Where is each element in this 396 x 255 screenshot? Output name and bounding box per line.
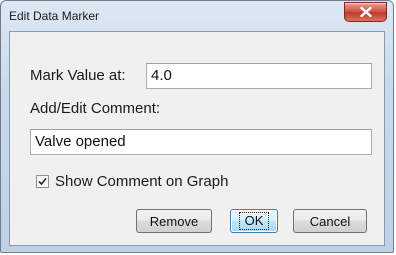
- window-title: Edit Data Marker: [9, 9, 100, 23]
- title-bar[interactable]: Edit Data Marker: [1, 1, 393, 31]
- comment-label: Add/Edit Comment:: [30, 100, 161, 117]
- mark-value-label: Mark Value at:: [30, 67, 126, 84]
- remove-button[interactable]: Remove: [136, 209, 212, 233]
- close-icon: [359, 7, 372, 17]
- ok-button-label: OK: [238, 212, 270, 230]
- dialog-body: Mark Value at: 4.0 Add/Edit Comment: Val…: [9, 31, 385, 246]
- remove-button-label: Remove: [149, 213, 199, 229]
- close-button[interactable]: [344, 2, 387, 22]
- comment-input[interactable]: Valve opened: [30, 129, 372, 155]
- mark-value-input[interactable]: 4.0: [146, 63, 372, 89]
- show-comment-checkbox[interactable]: [36, 175, 49, 188]
- cancel-button[interactable]: Cancel: [293, 209, 367, 233]
- dialog-window: Edit Data Marker Mark Value at: 4.0 Add/…: [0, 0, 394, 253]
- checkmark-icon: [38, 173, 47, 191]
- cancel-button-label: Cancel: [309, 213, 351, 229]
- show-comment-option[interactable]: Show Comment on Graph: [36, 173, 228, 190]
- ok-button[interactable]: OK: [230, 209, 278, 233]
- show-comment-label: Show Comment on Graph: [55, 173, 229, 190]
